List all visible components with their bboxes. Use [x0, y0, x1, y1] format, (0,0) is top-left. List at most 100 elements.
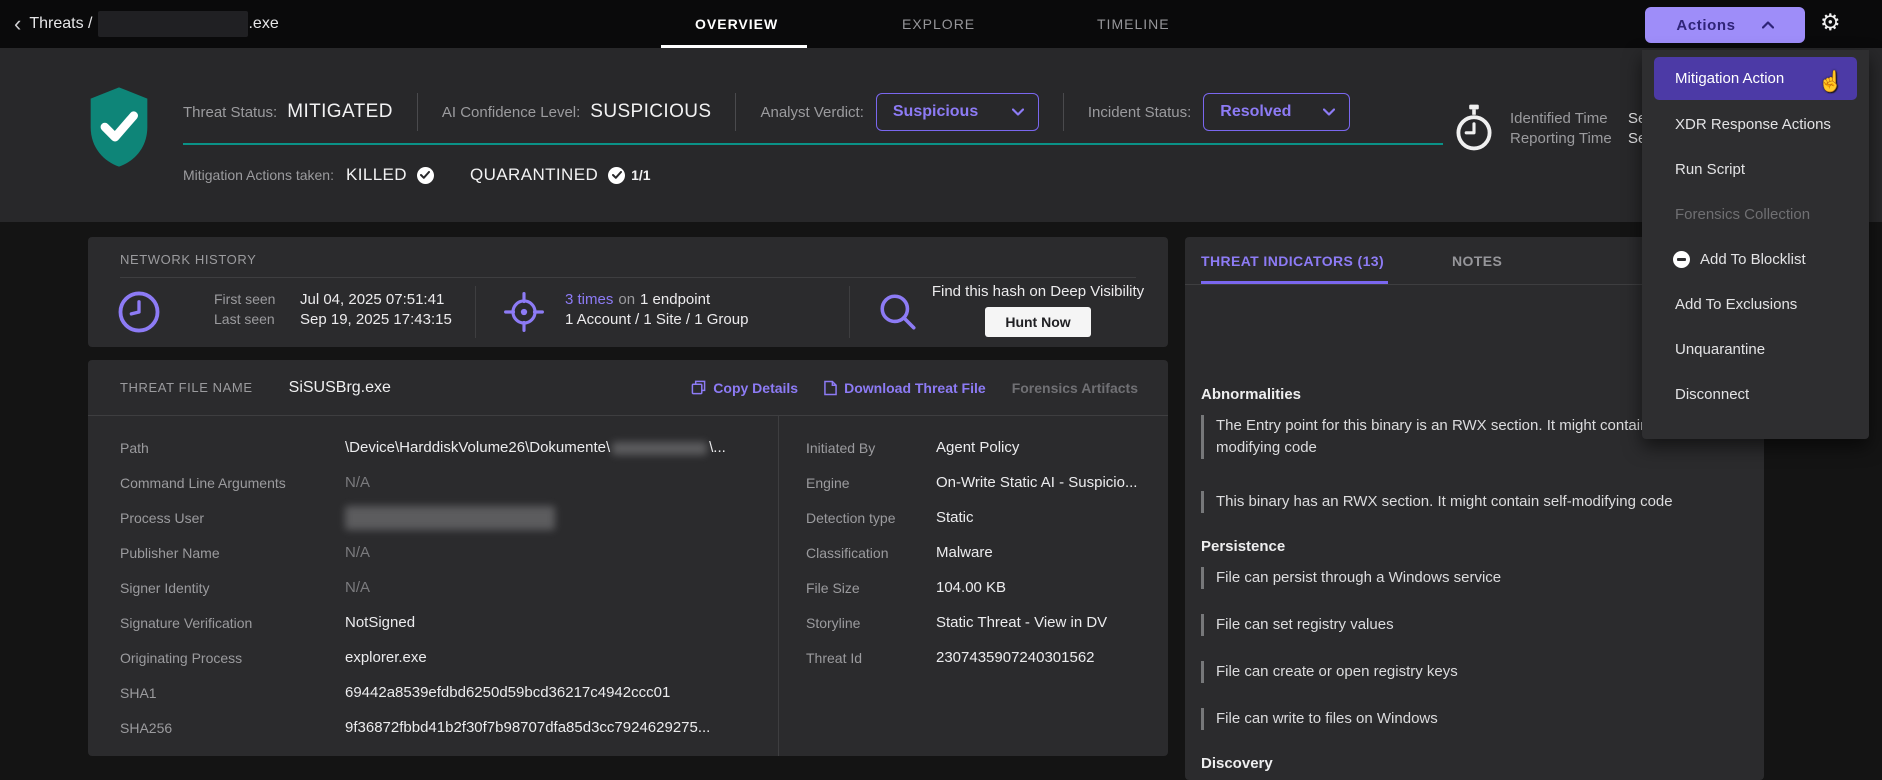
menu-item-mitigation-action[interactable]: Mitigation Action ☝	[1654, 57, 1857, 100]
file-icon	[824, 380, 837, 396]
divider	[735, 93, 736, 131]
breadcrumb[interactable]: ‹ Threats / .exe	[14, 0, 279, 48]
scope-summary: 1 Account / 1 Site / 1 Group	[565, 311, 748, 328]
incident-status-label: Incident Status:	[1088, 104, 1191, 121]
storyline-value: Static Threat - View in DV	[936, 614, 1107, 631]
detail-row-classification: Classification Malware	[806, 535, 1168, 570]
detail-row-engine: Engine On-Write Static AI - Suspicio...	[806, 465, 1168, 500]
quarantine-count: 1/1	[631, 167, 650, 183]
last-seen-label: Last seen	[214, 311, 300, 327]
storyline-label: Storyline	[806, 615, 936, 631]
tab-overview[interactable]: OVERVIEW	[695, 0, 778, 48]
indicator-item: This binary has an RWX section. It might…	[1201, 491, 1749, 513]
originating-process-value: explorer.exe	[345, 649, 427, 666]
endpoint-count: 1 endpoint	[640, 291, 710, 308]
redacted-process-user	[345, 506, 555, 530]
threat-status-band: Threat Status: MITIGATED AI Confidence L…	[0, 48, 1882, 222]
first-seen-value: Jul 04, 2025 07:51:41	[300, 291, 444, 308]
seen-times-link[interactable]: 3 times	[565, 291, 613, 308]
chevron-up-icon	[1762, 21, 1774, 29]
hunt-now-button[interactable]: Hunt Now	[985, 307, 1090, 337]
network-history-card: NETWORK HISTORY First seen Jul 04, 2025 …	[88, 237, 1168, 347]
initiated-by-label: Initiated By	[806, 440, 936, 456]
divider	[417, 93, 418, 131]
first-seen-label: First seen	[214, 291, 300, 307]
download-threat-file-link[interactable]: Download Threat File	[824, 380, 986, 396]
detail-row-publisher: Publisher Name N/A	[120, 535, 778, 570]
signature-verification-value: NotSigned	[345, 614, 415, 631]
killed-value: KILLED	[346, 165, 407, 185]
gear-icon[interactable]: ⚙	[1820, 11, 1841, 34]
redacted-threat-name	[98, 11, 248, 37]
indicator-section-discovery: Discovery	[1201, 755, 1749, 772]
classification-label: Classification	[806, 545, 936, 561]
threat-status-value: MITIGATED	[287, 101, 393, 123]
indicator-section-persistence: Persistence	[1201, 538, 1749, 555]
detail-row-storyline: Storyline Static Threat - View in DV	[806, 605, 1168, 640]
sha256-label: SHA256	[120, 720, 345, 736]
command-line-label: Command Line Arguments	[120, 475, 345, 491]
threat-file-name-value: SiSUSBrg.exe	[289, 379, 391, 397]
initiated-by-value: Agent Policy	[936, 439, 1019, 456]
copy-icon	[691, 380, 706, 395]
time-block: Identified Time Se Reporting Time Se	[1452, 104, 1646, 152]
menu-item-add-to-exclusions[interactable]: Add To Exclusions	[1642, 282, 1869, 327]
publisher-name-value: N/A	[345, 544, 370, 561]
copy-details-link[interactable]: Copy Details	[691, 380, 798, 396]
menu-item-run-script[interactable]: Run Script	[1642, 147, 1869, 192]
tab-threat-indicators[interactable]: THREAT INDICATORS (13)	[1201, 237, 1384, 285]
menu-item-add-to-blocklist[interactable]: Add To Blocklist	[1642, 237, 1869, 282]
indicator-item: File can write to files on Windows	[1201, 708, 1749, 730]
tab-explore[interactable]: EXPLORE	[902, 0, 975, 48]
incident-status-dropdown[interactable]: Resolved	[1203, 93, 1350, 131]
divider	[1063, 93, 1064, 131]
back-chevron-icon[interactable]: ‹	[14, 13, 21, 35]
menu-item-label: Mitigation Action	[1675, 70, 1784, 87]
analyst-verdict-value: Suspicious	[893, 103, 978, 121]
indicator-item: File can persist through a Windows servi…	[1201, 567, 1749, 589]
originating-process-label: Originating Process	[120, 650, 345, 666]
detail-row-signer: Signer Identity N/A	[120, 570, 778, 605]
detail-row-initiated-by: Initiated By Agent Policy	[806, 430, 1168, 465]
mouse-hand-cursor-icon: ☝	[1818, 61, 1843, 104]
copy-details-label: Copy Details	[713, 380, 798, 396]
detail-row-command-line: Command Line Arguments N/A	[120, 465, 778, 500]
detail-row-threat-id: Threat Id 2307435907240301562	[806, 640, 1168, 675]
detail-row-process-user: Process User	[120, 500, 778, 535]
sha1-label: SHA1	[120, 685, 345, 701]
menu-item-unquarantine[interactable]: Unquarantine	[1642, 327, 1869, 372]
actions-dropdown-menu: Mitigation Action ☝ XDR Response Actions…	[1642, 50, 1869, 439]
engine-label: Engine	[806, 475, 936, 491]
threat-status-label: Threat Status:	[183, 104, 277, 121]
detail-row-file-size: File Size 104.00 KB	[806, 570, 1168, 605]
detail-row-signature: Signature Verification NotSigned	[120, 605, 778, 640]
mitigation-actions-label: Mitigation Actions taken:	[183, 167, 334, 183]
menu-item-xdr-response-actions[interactable]: XDR Response Actions	[1642, 102, 1869, 147]
divider	[849, 286, 850, 338]
actions-button[interactable]: Actions	[1645, 7, 1805, 43]
menu-item-disconnect[interactable]: Disconnect	[1642, 372, 1869, 417]
download-threat-file-label: Download Threat File	[844, 380, 986, 396]
deep-visibility-text: Find this hash on Deep Visibility	[928, 283, 1148, 300]
quarantined-value: QUARANTINED	[470, 165, 598, 185]
chevron-down-icon	[1323, 108, 1335, 116]
analyst-verdict-dropdown[interactable]: Suspicious	[876, 93, 1039, 131]
clock-icon	[116, 289, 162, 335]
sha256-value: 9f36872fbbd41b2f30f7b98707dfa85d3cc79246…	[345, 719, 710, 736]
tab-notes[interactable]: NOTES	[1452, 237, 1502, 285]
detail-row-originating-process: Originating Process explorer.exe	[120, 640, 778, 675]
on-word: on	[618, 291, 635, 308]
top-nav-bar: ‹ Threats / .exe OVERVIEW EXPLORE TIMELI…	[0, 0, 1882, 48]
killed-check-icon	[417, 167, 434, 184]
detail-row-sha1: SHA1 69442a8539efdbd6250d59bcd36217c4942…	[120, 675, 778, 710]
tab-timeline[interactable]: TIMELINE	[1097, 0, 1170, 48]
status-underline	[183, 143, 1443, 145]
ai-confidence-value: SUSPICIOUS	[590, 101, 711, 123]
incident-status-value: Resolved	[1220, 103, 1291, 121]
breadcrumb-threats[interactable]: Threats /	[29, 15, 92, 33]
file-size-value: 104.00 KB	[936, 579, 1006, 596]
identified-time-label: Identified Time	[1510, 110, 1622, 127]
indicator-item: File can create or open registry keys	[1201, 661, 1749, 683]
detail-row-path: Path \Device\HarddiskVolume26\Dokumente\…	[120, 430, 778, 465]
threat-file-name-label: THREAT FILE NAME	[120, 380, 253, 395]
